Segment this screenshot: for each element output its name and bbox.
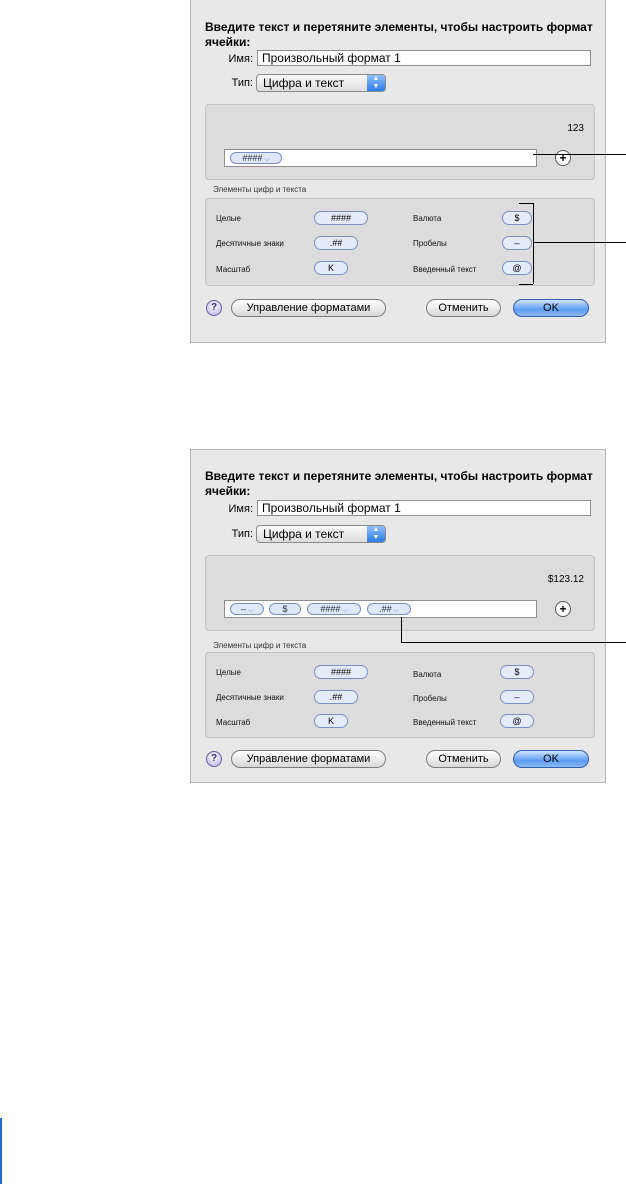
format-token-label: .## bbox=[379, 604, 392, 614]
elements-title: Элементы цифр и текста bbox=[213, 641, 307, 650]
help-icon[interactable]: ? bbox=[206, 751, 222, 767]
scale-token[interactable]: K bbox=[314, 261, 348, 275]
callout-line-format-field bbox=[533, 154, 626, 155]
entered-text-token[interactable]: @ bbox=[502, 261, 532, 275]
instruction-text: Введите текст и перетяните элементы, что… bbox=[205, 20, 593, 49]
format-token-label: #### bbox=[320, 604, 341, 614]
decimals-token[interactable]: .## bbox=[314, 690, 358, 704]
scale-label: Масштаб bbox=[216, 718, 251, 727]
callout-bracket-top bbox=[519, 203, 533, 204]
spaces-label: Пробелы bbox=[413, 694, 447, 703]
format-field[interactable]: #### ⌵ bbox=[224, 149, 537, 167]
currency-token[interactable]: $ bbox=[500, 665, 534, 679]
callout-bracket-vertical bbox=[533, 203, 534, 284]
format-token[interactable]: – ⌵ bbox=[230, 603, 264, 615]
instruction-text: Введите текст и перетяните элементы, что… bbox=[205, 469, 593, 498]
scale-label: Масштаб bbox=[216, 265, 251, 274]
page-edge-marker bbox=[0, 1118, 2, 1184]
spaces-label: Пробелы bbox=[413, 239, 447, 248]
elements-panel: Целые #### Десятичные знаки .## Масштаб … bbox=[205, 652, 595, 738]
decimals-label: Десятичные знаки bbox=[216, 693, 284, 702]
help-icon[interactable]: ? bbox=[206, 300, 222, 316]
integers-label: Целые bbox=[216, 214, 241, 223]
chevron-down-icon: ⌵ bbox=[342, 607, 348, 614]
entered-text-label: Введенный текст bbox=[413, 265, 477, 274]
manage-formats-button[interactable]: Управление форматами bbox=[231, 750, 386, 768]
entered-text-label: Введенный текст bbox=[413, 718, 477, 727]
currency-label: Валюта bbox=[413, 214, 442, 223]
updown-arrows-icon: ▲ ▼ bbox=[367, 526, 385, 542]
callout-line-elements bbox=[533, 242, 626, 243]
format-editor: 123 #### ⌵ + bbox=[205, 104, 595, 180]
type-popup-value: Цифра и текст bbox=[263, 76, 345, 90]
chevron-down-icon: ⌵ bbox=[264, 156, 270, 163]
currency-token[interactable]: $ bbox=[502, 211, 532, 225]
name-field[interactable]: Произвольный формат 1 bbox=[257, 50, 591, 66]
ok-button[interactable]: OK bbox=[513, 750, 589, 768]
currency-label: Валюта bbox=[413, 670, 442, 679]
format-editor: $123.12 – ⌵ $ #### ⌵ .## ⌵ + bbox=[205, 555, 595, 631]
entered-text-token[interactable]: @ bbox=[500, 714, 534, 728]
integers-token[interactable]: #### bbox=[314, 665, 368, 679]
custom-format-dialog-2: Введите текст и перетяните элементы, что… bbox=[190, 449, 606, 783]
spaces-token[interactable]: – bbox=[502, 236, 532, 250]
callout-line-token bbox=[401, 642, 626, 643]
integers-token[interactable]: #### bbox=[314, 211, 368, 225]
format-token[interactable]: #### ⌵ bbox=[307, 603, 361, 615]
callout-line-token-vertical bbox=[401, 617, 402, 642]
name-label: Имя: bbox=[228, 53, 253, 65]
format-token-label: – bbox=[240, 604, 246, 614]
type-popup-value: Цифра и текст bbox=[263, 527, 345, 541]
format-token-label: #### bbox=[242, 153, 263, 163]
type-popup[interactable]: Цифра и текст ▲ ▼ bbox=[256, 74, 386, 92]
elements-title: Элементы цифр и текста bbox=[213, 185, 307, 194]
manage-formats-button[interactable]: Управление форматами bbox=[231, 299, 386, 317]
type-label: Тип: bbox=[231, 528, 253, 540]
cancel-button[interactable]: Отменить bbox=[426, 299, 501, 317]
name-field[interactable]: Произвольный формат 1 bbox=[257, 500, 591, 516]
name-label: Имя: bbox=[228, 503, 253, 515]
callout-bracket-bottom bbox=[519, 284, 533, 285]
ok-button[interactable]: OK bbox=[513, 299, 589, 317]
format-preview: $123.12 bbox=[547, 574, 584, 585]
decimals-token[interactable]: .## bbox=[314, 236, 358, 250]
updown-arrows-icon: ▲ ▼ bbox=[367, 75, 385, 91]
format-token[interactable]: $ bbox=[269, 603, 301, 615]
plus-circle-icon[interactable]: + bbox=[555, 150, 571, 166]
type-label: Тип: bbox=[231, 77, 253, 89]
custom-format-dialog-1: Введите текст и перетяните элементы, что… bbox=[190, 0, 606, 343]
cancel-button[interactable]: Отменить bbox=[426, 750, 501, 768]
integers-label: Целые bbox=[216, 668, 241, 677]
format-token[interactable]: .## ⌵ bbox=[367, 603, 411, 615]
chevron-down-icon: ⌵ bbox=[247, 607, 254, 614]
decimals-label: Десятичные знаки bbox=[216, 239, 284, 248]
plus-circle-icon[interactable]: + bbox=[555, 601, 571, 617]
chevron-down-icon: ⌵ bbox=[393, 607, 399, 614]
type-popup[interactable]: Цифра и текст ▲ ▼ bbox=[256, 525, 386, 543]
scale-token[interactable]: K bbox=[314, 714, 348, 728]
format-token[interactable]: #### ⌵ bbox=[230, 152, 282, 164]
format-preview: 123 bbox=[567, 123, 584, 134]
spaces-token[interactable]: – bbox=[500, 690, 534, 704]
format-token-label: $ bbox=[282, 604, 288, 614]
format-field[interactable]: – ⌵ $ #### ⌵ .## ⌵ bbox=[224, 600, 537, 618]
